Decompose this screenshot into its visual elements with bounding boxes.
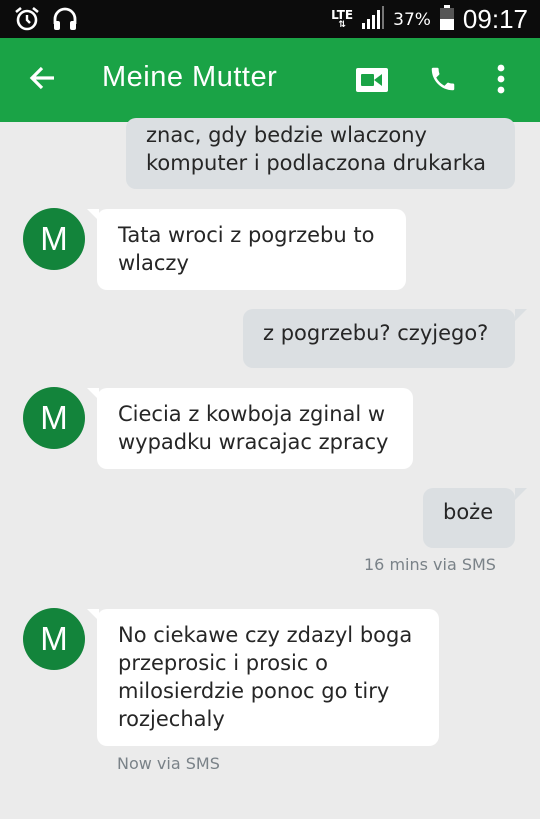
contact-name: Meine Mutter	[102, 61, 278, 93]
avatar[interactable]: M	[23, 608, 85, 670]
conversation-header: Meine Mutter	[0, 38, 540, 122]
message-timestamp: Now via SMS	[117, 754, 220, 773]
message-line: Ciecia z kowboja zginal w	[118, 402, 386, 426]
message-line: znac, gdy bedzie wlaczony	[146, 123, 427, 147]
outgoing-message[interactable]: znac, gdy bedzie wlaczony komputer i pod…	[126, 118, 515, 189]
message-line: komputer i podlaczona drukarka	[146, 151, 487, 175]
message-line: boże	[443, 500, 494, 524]
message-line: Tata wroci z pogrzebu to	[118, 223, 375, 247]
back-arrow-icon[interactable]	[28, 64, 56, 96]
battery-icon	[439, 4, 455, 35]
message-line: wlaczy	[118, 251, 189, 275]
outgoing-message[interactable]: z pogrzebu? czyjego?	[243, 309, 515, 368]
phone-icon[interactable]	[428, 64, 458, 98]
message-line: rozjechaly	[118, 707, 225, 731]
battery-percent: 37%	[393, 9, 431, 30]
avatar[interactable]: M	[23, 387, 85, 449]
incoming-message[interactable]: No ciekawe czy zdazyl boga przeprosic i …	[97, 609, 439, 746]
message-timestamp: 16 mins via SMS	[364, 555, 496, 574]
clock: 09:17	[462, 4, 528, 34]
alarm-icon	[14, 6, 40, 36]
signal-icon	[361, 5, 385, 34]
outgoing-message[interactable]: boże	[423, 488, 515, 548]
message-list[interactable]: znac, gdy bedzie wlaczony komputer i pod…	[0, 118, 540, 819]
video-call-icon[interactable]	[356, 67, 388, 97]
message-line: wypadku wracajac zpracy	[118, 430, 389, 454]
avatar[interactable]: M	[23, 208, 85, 270]
bubble-tail	[515, 309, 527, 321]
message-line: z pogrzebu? czyjego?	[263, 321, 489, 345]
incoming-message[interactable]: Ciecia z kowboja zginal w wypadku wracaj…	[97, 388, 413, 469]
message-line: przeprosic i prosic o	[118, 651, 328, 675]
message-line: No ciekawe czy zdazyl boga	[118, 623, 413, 647]
status-bar: LTE ⇅ 37% 09:17	[0, 0, 540, 38]
headphones-icon	[52, 6, 78, 36]
network-type: LTE ⇅	[331, 7, 354, 30]
message-line: milosierdzie ponoc go tiry	[118, 679, 390, 703]
bubble-tail	[515, 488, 527, 500]
incoming-message[interactable]: Tata wroci z pogrzebu to wlaczy	[97, 209, 406, 290]
more-vert-icon[interactable]	[497, 64, 505, 98]
